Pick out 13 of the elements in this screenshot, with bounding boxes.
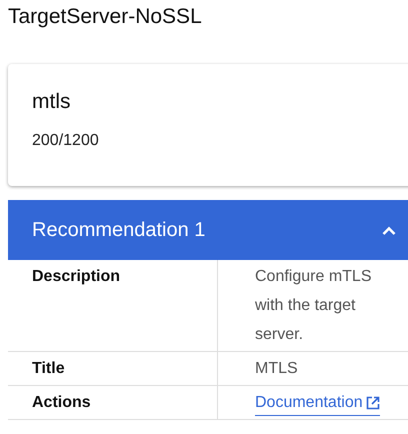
page-title: TargetServer-NoSSL — [8, 4, 202, 30]
recommendation-header[interactable]: Recommendation 1 — [8, 200, 408, 260]
score-text: 200/1200 — [32, 132, 99, 150]
row-label: Title — [32, 360, 65, 377]
row-label: Description — [32, 268, 120, 285]
row-label: Actions — [32, 394, 91, 411]
documentation-link[interactable]: Documentation — [255, 391, 380, 416]
recommendation-title: Recommendation 1 — [32, 218, 206, 242]
row-value: Configure mTLS with the target server. — [255, 267, 372, 345]
chevron-up-icon[interactable] — [382, 226, 396, 234]
row-value: MTLS — [255, 359, 299, 379]
external-link-icon — [366, 396, 380, 410]
card-title: mtls — [32, 90, 70, 114]
